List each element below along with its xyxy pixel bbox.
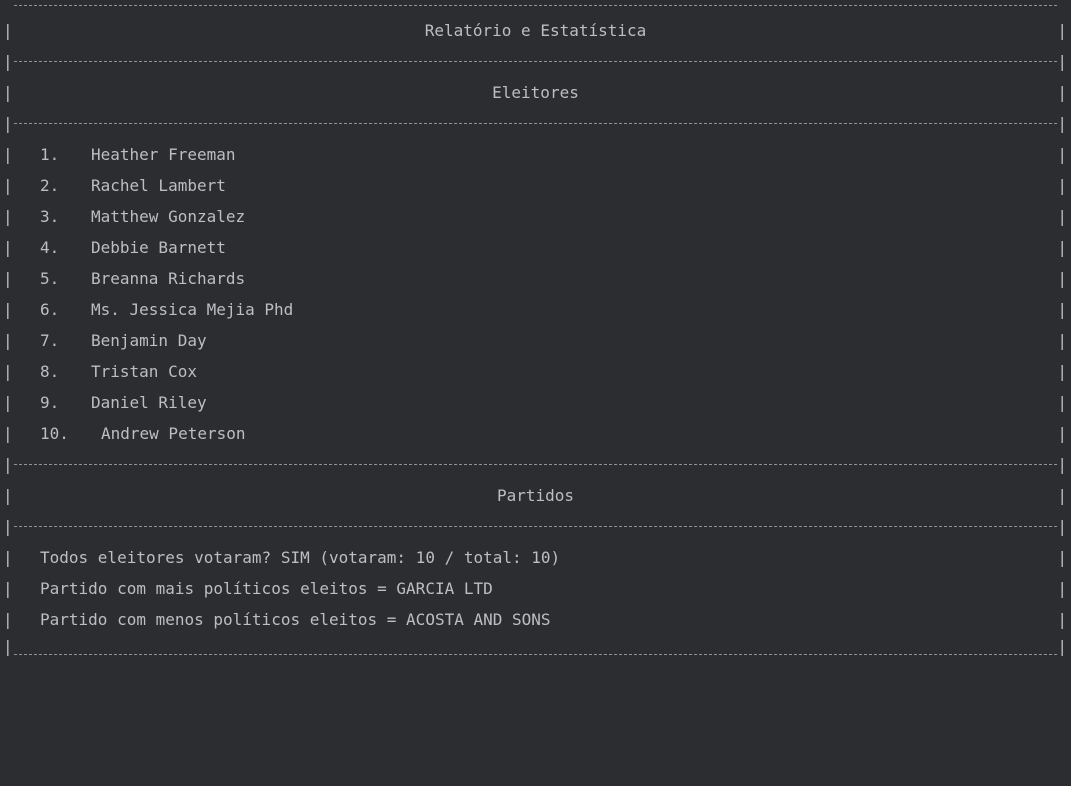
voter-row: | 2. Rachel Lambert | bbox=[0, 170, 1071, 201]
left-border: | bbox=[3, 486, 13, 505]
voter-name: Ms. Jessica Mejia Phd bbox=[91, 300, 294, 319]
stat-most-elected-party: Partido com mais políticos eleitos = GAR… bbox=[40, 579, 493, 598]
right-border: | bbox=[1057, 455, 1067, 474]
voter-number: 5. bbox=[40, 269, 60, 288]
voter-name: Daniel Riley bbox=[91, 393, 207, 412]
voter-name: Debbie Barnett bbox=[91, 238, 226, 257]
left-border: | bbox=[3, 362, 13, 381]
right-border: | bbox=[1057, 176, 1067, 195]
left-border: | bbox=[3, 393, 13, 412]
dashed-divider bbox=[14, 123, 1057, 124]
voter-row: | 9. Daniel Riley | bbox=[0, 387, 1071, 418]
voter-number: 6. bbox=[40, 300, 60, 319]
stat-row: | Partido com mais políticos eleitos = G… bbox=[0, 573, 1071, 604]
right-border: | bbox=[1057, 238, 1067, 257]
left-border: | bbox=[3, 579, 13, 598]
voter-name: Andrew Peterson bbox=[101, 424, 246, 443]
left-border: | bbox=[3, 21, 13, 40]
divider-row: | | bbox=[0, 449, 1071, 480]
right-border: | bbox=[1057, 114, 1067, 133]
dashed-divider bbox=[14, 526, 1057, 527]
left-border: | bbox=[3, 517, 13, 536]
voter-number: 2. bbox=[40, 176, 60, 195]
console-output: | Relatório e Estatística | | | | Eleito… bbox=[0, 0, 1071, 662]
voter-number: 10. bbox=[40, 424, 69, 443]
stat-all-voted: Todos eleitores votaram? SIM (votaram: 1… bbox=[40, 548, 561, 567]
divider-row: | | bbox=[0, 46, 1071, 77]
right-border: | bbox=[1057, 424, 1067, 443]
left-border: | bbox=[3, 145, 13, 164]
left-border: | bbox=[3, 548, 13, 567]
right-border: | bbox=[1057, 548, 1067, 567]
report-title: Relatório e Estatística bbox=[424, 21, 647, 40]
voter-number: 7. bbox=[40, 331, 60, 350]
right-border: | bbox=[1057, 207, 1067, 226]
left-border: | bbox=[3, 176, 13, 195]
left-border: | bbox=[3, 331, 13, 350]
dashed-divider bbox=[14, 5, 1057, 6]
voter-row: | 3. Matthew Gonzalez | bbox=[0, 201, 1071, 232]
right-border: | bbox=[1057, 362, 1067, 381]
left-border: | bbox=[3, 52, 13, 71]
voter-row: | 5. Breanna Richards | bbox=[0, 263, 1071, 294]
parties-heading-row: | Partidos | bbox=[0, 480, 1071, 511]
voter-number: 1. bbox=[40, 145, 60, 164]
stat-row: | Todos eleitores votaram? SIM (votaram:… bbox=[0, 542, 1071, 573]
voters-heading-row: | Eleitores | bbox=[0, 77, 1071, 108]
voter-row: | 4. Debbie Barnett | bbox=[0, 232, 1071, 263]
dashed-divider bbox=[14, 654, 1057, 655]
voter-row: | 1. Heather Freeman | bbox=[0, 139, 1071, 170]
left-border: | bbox=[3, 637, 13, 656]
voter-name: Matthew Gonzalez bbox=[91, 207, 246, 226]
right-border: | bbox=[1057, 145, 1067, 164]
right-border: | bbox=[1057, 52, 1067, 71]
voter-name: Rachel Lambert bbox=[91, 176, 226, 195]
left-border: | bbox=[3, 269, 13, 288]
right-border: | bbox=[1057, 300, 1067, 319]
voter-row: | 6. Ms. Jessica Mejia Phd | bbox=[0, 294, 1071, 325]
parties-heading: Partidos bbox=[496, 486, 575, 505]
voter-number: 3. bbox=[40, 207, 60, 226]
divider-row: | | bbox=[0, 511, 1071, 542]
left-border: | bbox=[3, 424, 13, 443]
left-border: | bbox=[3, 83, 13, 102]
voter-name: Benjamin Day bbox=[91, 331, 207, 350]
left-border: | bbox=[3, 207, 13, 226]
voter-name: Tristan Cox bbox=[91, 362, 197, 381]
left-border: | bbox=[3, 114, 13, 133]
voter-number: 9. bbox=[40, 393, 60, 412]
voter-number: 4. bbox=[40, 238, 60, 257]
left-border: | bbox=[3, 238, 13, 257]
dashed-divider bbox=[14, 464, 1057, 465]
right-border: | bbox=[1057, 269, 1067, 288]
right-border: | bbox=[1057, 331, 1067, 350]
voter-row: | 10. Andrew Peterson | bbox=[0, 418, 1071, 449]
right-border: | bbox=[1057, 637, 1067, 656]
right-border: | bbox=[1057, 486, 1067, 505]
title-row: | Relatório e Estatística | bbox=[0, 15, 1071, 46]
voters-heading: Eleitores bbox=[492, 83, 579, 102]
bottom-row: | | bbox=[0, 631, 1071, 662]
right-border: | bbox=[1057, 21, 1067, 40]
divider-row: | | bbox=[0, 108, 1071, 139]
right-border: | bbox=[1057, 393, 1067, 412]
left-border: | bbox=[3, 455, 13, 474]
voter-row: | 8. Tristan Cox | bbox=[0, 356, 1071, 387]
right-border: | bbox=[1057, 517, 1067, 536]
right-border: | bbox=[1057, 83, 1067, 102]
dashed-divider bbox=[14, 61, 1057, 62]
right-border: | bbox=[1057, 579, 1067, 598]
voter-name: Heather Freeman bbox=[91, 145, 236, 164]
voter-number: 8. bbox=[40, 362, 60, 381]
left-border: | bbox=[3, 300, 13, 319]
voter-row: | 7. Benjamin Day | bbox=[0, 325, 1071, 356]
voter-name: Breanna Richards bbox=[91, 269, 246, 288]
